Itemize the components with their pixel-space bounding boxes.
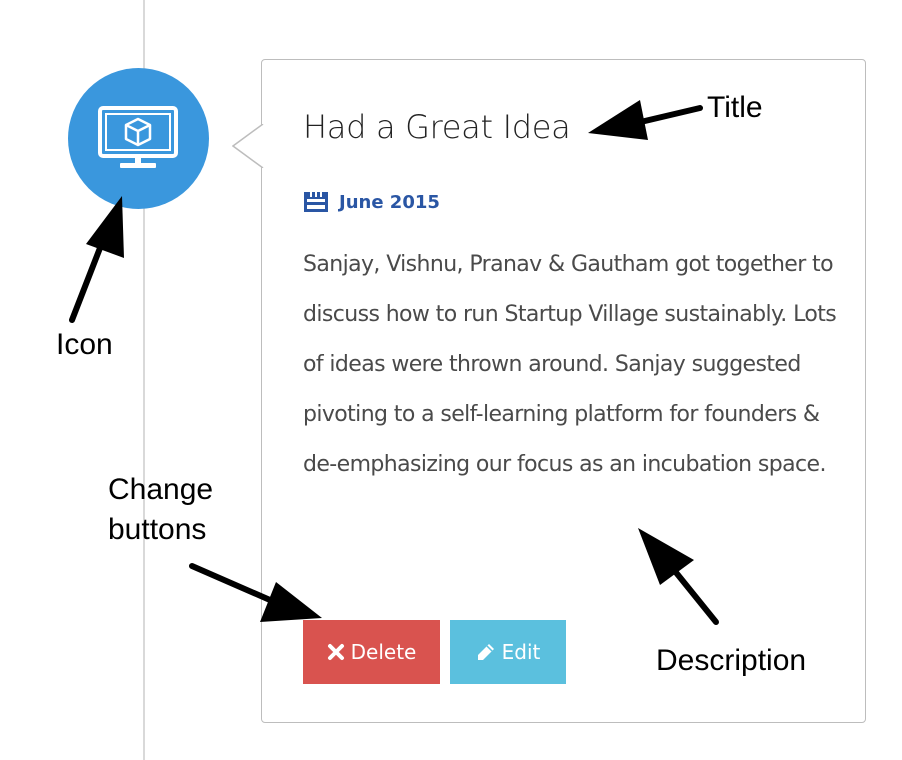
annotation-arrow-change-buttons [189,563,322,622]
annotation-arrow-icon [69,196,124,323]
annotation-arrow-title [588,100,703,140]
annotation-arrow-description [638,528,719,625]
annotation-arrows [69,100,719,625]
